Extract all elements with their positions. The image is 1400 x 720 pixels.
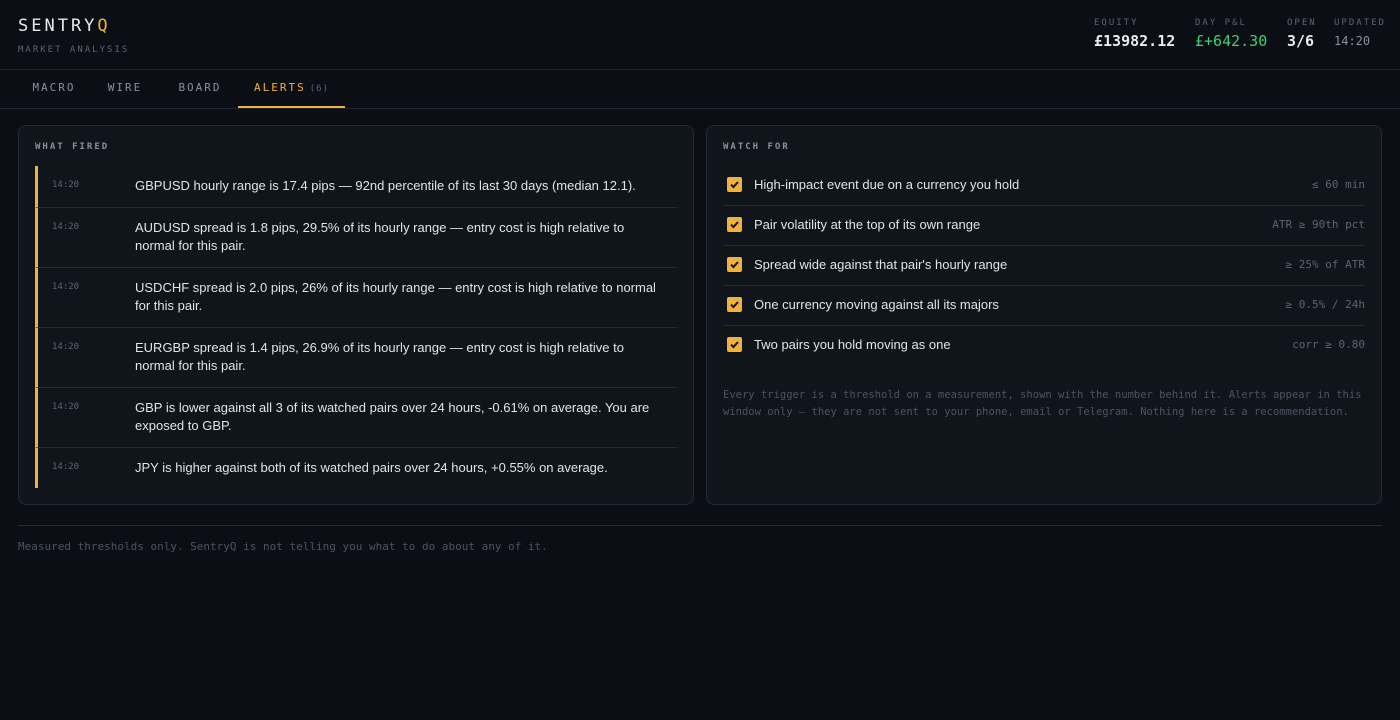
alert-item: 14:20 JPY is higher against both of its … [35, 447, 677, 488]
watch-item: Two pairs you hold moving as one corr ≥ … [723, 326, 1365, 366]
tab-alerts[interactable]: ALERTS (6) [238, 70, 345, 108]
updated-value: 14:20 [1334, 34, 1371, 48]
alert-message: EURGBP spread is 1.4 pips, 26.9% of its … [135, 339, 624, 374]
watch-item: Spread wide against that pair's hourly r… [723, 246, 1365, 286]
day-pnl-label: DAY P&L [1195, 18, 1247, 28]
tab-board[interactable]: BOARD [166, 70, 234, 108]
brand-accent: Q [97, 16, 111, 36]
footer-disclaimer: Measured thresholds only. SentryQ is not… [18, 540, 548, 553]
watch-threshold: ≥ 25% of ATR [1285, 258, 1365, 271]
check-icon [730, 341, 739, 349]
open-value: 3/6 [1287, 32, 1315, 50]
watch-label: Pair volatility at the top of its own ra… [754, 217, 981, 232]
alerts-list: 14:20 GBPUSD hourly range is 17.4 pips —… [35, 166, 677, 488]
watch-item: One currency moving against all its majo… [723, 286, 1365, 326]
tab-macro[interactable]: MACRO [18, 70, 90, 108]
equity-stat: EQUITY £13982.12 [1094, 18, 1175, 50]
watch-threshold: ≤ 60 min [1312, 178, 1365, 191]
updated-label: UPDATED [1334, 18, 1386, 28]
watch-threshold: ≥ 0.5% / 24h [1285, 298, 1365, 311]
brand-name: SENTRY [18, 16, 98, 36]
watch-label: Spread wide against that pair's hourly r… [754, 257, 1008, 272]
watch-for-panel: WATCH FOR High-impact event due on a cur… [706, 125, 1382, 505]
alert-time: 14:20 [52, 281, 80, 292]
check-icon [730, 261, 739, 269]
what-fired-title: WHAT FIRED [35, 142, 110, 152]
alert-time: 14:20 [52, 401, 80, 412]
open-stat: OPEN 3/6 [1287, 18, 1317, 50]
alert-item: 14:20 GBPUSD hourly range is 17.4 pips —… [35, 166, 677, 208]
watch-checkbox[interactable] [727, 337, 742, 352]
alert-message: USDCHF spread is 2.0 pips, 26% of its ho… [135, 279, 656, 314]
alert-item: 14:20 AUDUSD spread is 1.8 pips, 29.5% o… [35, 207, 677, 268]
watch-label: High-impact event due on a currency you … [754, 177, 1020, 192]
alert-time: 14:20 [52, 341, 80, 352]
app-header: SENTRYQ MARKET ANALYSIS EQUITY £13982.12… [0, 0, 1400, 70]
alert-item: 14:20 USDCHF spread is 2.0 pips, 26% of … [35, 267, 677, 328]
check-icon [730, 181, 739, 189]
watch-item: Pair volatility at the top of its own ra… [723, 206, 1365, 246]
app-subtitle: MARKET ANALYSIS [18, 45, 130, 55]
tab-wire[interactable]: WIRE [96, 70, 154, 108]
day-pnl-value: £+642.30 [1195, 32, 1268, 50]
tab-alerts-count: (6) [309, 84, 329, 94]
watch-list: High-impact event due on a currency you … [723, 166, 1365, 366]
watch-checkbox[interactable] [727, 297, 742, 312]
day-pnl-stat: DAY P&L £+642.30 [1195, 18, 1267, 50]
watch-checkbox[interactable] [727, 217, 742, 232]
alert-item: 14:20 EURGBP spread is 1.4 pips, 26.9% o… [35, 327, 677, 388]
alert-message: GBPUSD hourly range is 17.4 pips — 92nd … [135, 178, 636, 193]
alert-message: JPY is higher against both of its watche… [135, 459, 608, 475]
watch-label: One currency moving against all its majo… [754, 297, 999, 312]
brand-logo: SENTRYQ [18, 16, 111, 36]
alert-time: 14:20 [52, 180, 80, 190]
equity-label: EQUITY [1094, 18, 1139, 28]
equity-value: £13982.12 [1094, 32, 1176, 50]
footer-divider [18, 525, 1382, 526]
updated-stat: UPDATED 14:20 [1334, 18, 1386, 48]
watch-for-title: WATCH FOR [723, 142, 790, 152]
watch-checkbox[interactable] [727, 257, 742, 272]
watch-label: Two pairs you hold moving as one [754, 337, 951, 352]
check-icon [730, 221, 739, 229]
tab-bar: MACRO WIRE BOARD ALERTS (6) [0, 70, 1400, 109]
alert-item: 14:20 GBP is lower against all 3 of its … [35, 387, 677, 448]
watch-note: Every trigger is a threshold on a measur… [723, 389, 1362, 418]
watch-threshold: ATR ≥ 90th pct [1272, 218, 1365, 231]
check-icon [730, 301, 739, 309]
alert-time: 14:20 [52, 461, 80, 472]
alert-message: GBP is lower against all 3 of its watche… [135, 399, 650, 434]
watch-threshold: corr ≥ 0.80 [1292, 338, 1365, 351]
what-fired-panel: WHAT FIRED 14:20 GBPUSD hourly range is … [18, 125, 694, 505]
open-label: OPEN [1287, 18, 1317, 28]
tab-alerts-label: ALERTS [253, 81, 306, 94]
watch-item: High-impact event due on a currency you … [723, 166, 1365, 206]
watch-checkbox[interactable] [727, 177, 742, 192]
alert-message: AUDUSD spread is 1.8 pips, 29.5% of its … [135, 219, 625, 254]
alert-time: 14:20 [52, 221, 80, 232]
